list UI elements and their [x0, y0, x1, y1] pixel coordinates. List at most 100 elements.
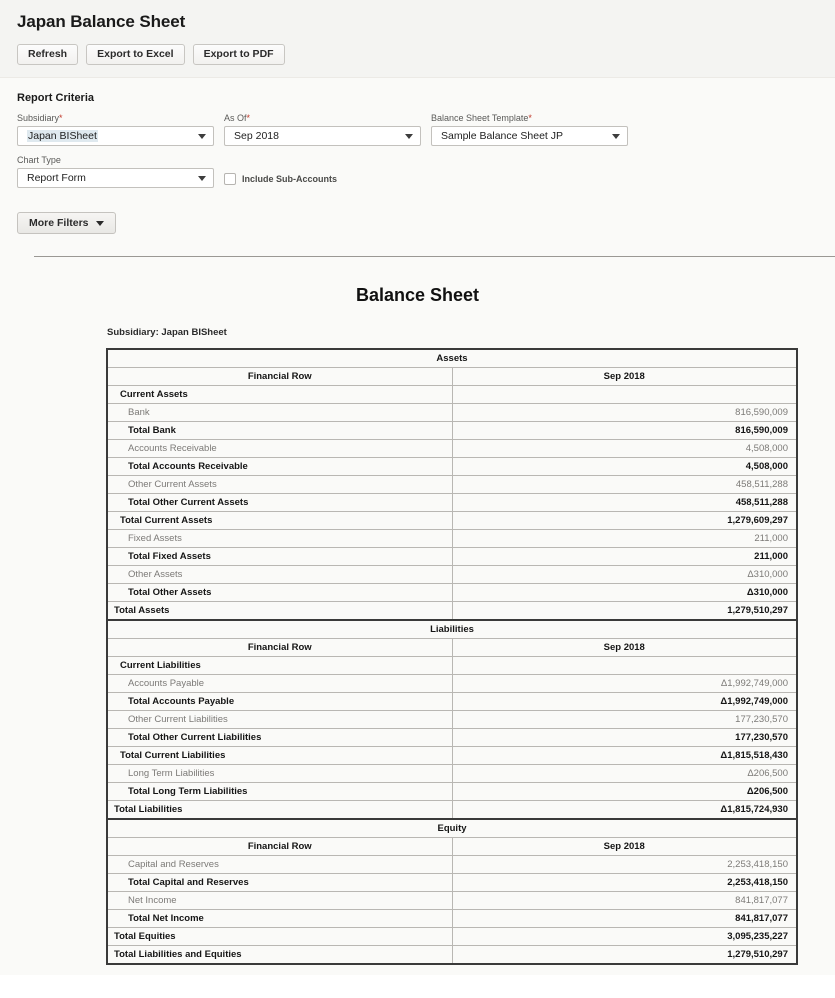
row-label: Long Term Liabilities: [106, 764, 453, 783]
table-row: Other Current Assets 458,511,288: [106, 475, 798, 494]
row-amount: 841,817,077: [451, 891, 798, 910]
table-row: Current Assets: [106, 385, 798, 404]
as-of-required-marker: *: [246, 113, 251, 123]
toolbar: Refresh Export to Excel Export to PDF: [17, 44, 835, 65]
table-row: Total Current Assets 1,279,609,297: [106, 511, 798, 530]
table-row: Total Long Term Liabilities Δ206,500: [106, 782, 798, 801]
table-column-header: Financial Row Sep 2018: [106, 367, 798, 386]
chart-type-select[interactable]: Report Form: [17, 168, 214, 188]
row-label: Other Current Assets: [106, 475, 453, 494]
table-row: Total Capital and Reserves 2,253,418,150: [106, 873, 798, 892]
row-label: Other Current Liabilities: [106, 710, 453, 729]
row-amount: 3,095,235,227: [451, 927, 798, 946]
export-excel-button[interactable]: Export to Excel: [86, 44, 185, 65]
table-section-header-label: Liabilities: [106, 619, 798, 639]
chevron-down-icon: [198, 134, 206, 139]
table-row: Total Bank 816,590,009: [106, 421, 798, 440]
report-criteria-title: Report Criteria: [17, 92, 95, 104]
row-amount: 458,511,288: [451, 475, 798, 494]
chevron-down-icon: [612, 134, 620, 139]
row-amount: Δ1,815,518,430: [451, 746, 798, 765]
balance-sheet-table-body: Assets Financial Row Sep 2018 Current Asset…: [106, 349, 798, 965]
subsidiary-value: Japan BISheet: [27, 130, 98, 142]
row-amount: [451, 656, 798, 675]
row-label: Bank: [106, 403, 453, 422]
subsidiary-field: Subsidiary* Japan BISheet: [17, 113, 214, 146]
row-amount: 177,230,570: [451, 710, 798, 729]
table-row: Total Other Current Liabilities 177,230,5…: [106, 728, 798, 747]
more-filters-row: More Filters: [17, 212, 835, 234]
subsidiary-label: Subsidiary*: [17, 113, 214, 123]
column-header-period: Sep 2018: [451, 367, 798, 386]
chevron-down-icon: [405, 134, 413, 139]
as-of-select[interactable]: Sep 2018: [224, 126, 421, 146]
column-header-financial-row: Financial Row: [106, 367, 453, 386]
row-amount: Δ206,500: [451, 764, 798, 783]
row-label: Total Liabilities: [106, 800, 453, 820]
table-row: Accounts Receivable 4,508,000: [106, 439, 798, 458]
balance-sheet-template-select[interactable]: Sample Balance Sheet JP: [431, 126, 628, 146]
row-label: Total Bank: [106, 421, 453, 440]
more-filters-label: More Filters: [29, 217, 89, 229]
row-label: Total Accounts Receivable: [106, 457, 453, 476]
refresh-button[interactable]: Refresh: [17, 44, 79, 65]
table-row: Total Accounts Receivable 4,508,000: [106, 457, 798, 476]
table-row: Current Liabilities: [106, 656, 798, 675]
table-column-header: Financial Row Sep 2018: [106, 837, 798, 856]
row-label: Total Long Term Liabilities: [106, 782, 453, 801]
as-of-value: Sep 2018: [234, 130, 279, 142]
report-title: Balance Sheet: [355, 285, 480, 305]
balance-sheet-template-field: Balance Sheet Template* Sample Balance S…: [431, 113, 628, 146]
table-row: Total Net Income 841,817,077: [106, 909, 798, 928]
row-amount: 816,590,009: [451, 421, 798, 440]
row-amount: [451, 385, 798, 404]
table-row: Total Assets 1,279,510,297: [106, 601, 798, 621]
table-row: Capital and Reserves 2,253,418,150: [106, 855, 798, 874]
row-amount: 177,230,570: [451, 728, 798, 747]
table-row: Fixed Assets 211,000: [106, 529, 798, 548]
row-amount: Δ310,000: [451, 565, 798, 584]
row-label: Capital and Reserves: [106, 855, 453, 874]
table-row: Bank 816,590,009: [106, 403, 798, 422]
row-amount: Δ1,992,749,000: [451, 674, 798, 693]
subsidiary-required-marker: *: [59, 113, 63, 123]
more-filters-button[interactable]: More Filters: [17, 212, 116, 234]
column-header-financial-row: Financial Row: [106, 638, 453, 657]
row-label: Accounts Payable: [106, 674, 453, 693]
row-label: Total Current Assets: [106, 511, 453, 530]
table-row: Net Income 841,817,077: [106, 891, 798, 910]
report-subsidiary-line: Subsidiary: Japan BISheet: [107, 327, 227, 338]
table-row: Total Fixed Assets 211,000: [106, 547, 798, 566]
subsidiary-label-text: Subsidiary: [17, 113, 60, 123]
table-row: Total Liabilities Δ1,815,724,930: [106, 800, 798, 820]
column-header-period: Sep 2018: [451, 638, 798, 657]
row-label: Fixed Assets: [106, 529, 453, 548]
column-header-period: Sep 2018: [451, 837, 798, 856]
subsidiary-select[interactable]: Japan BISheet: [17, 126, 214, 146]
row-label: Current Liabilities: [106, 656, 453, 675]
table-row: Long Term Liabilities Δ206,500: [106, 764, 798, 783]
row-amount: 1,279,510,297: [451, 601, 798, 621]
include-sub-accounts-label: Include Sub-Accounts: [242, 174, 338, 184]
table-section-header: Liabilities: [106, 619, 798, 639]
include-sub-accounts-checkbox[interactable]: [224, 173, 236, 185]
export-pdf-button[interactable]: Export to PDF: [192, 44, 285, 65]
row-amount: 841,817,077: [451, 909, 798, 928]
criteria-field-row-1: Subsidiary* Japan BISheet As Of* Sep 201…: [17, 113, 835, 146]
table-row: Other Current Liabilities 177,230,570: [106, 710, 798, 729]
table-section-header: Equity: [106, 818, 798, 838]
table-row: Total Equities 3,095,235,227: [106, 927, 798, 946]
table-row: Total Other Current Assets 458,511,288: [106, 493, 798, 512]
row-label: Other Assets: [106, 565, 453, 584]
row-label: Total Other Current Liabilities: [106, 728, 453, 747]
table-section-header-label: Assets: [106, 349, 798, 368]
row-amount: 1,279,609,297: [451, 511, 798, 530]
row-label: Total Current Liabilities: [106, 746, 453, 765]
row-label: Total Fixed Assets: [106, 547, 453, 566]
report-criteria-panel: Report Criteria Subsidiary* Japan BIShee…: [0, 78, 835, 257]
row-amount: Δ310,000: [451, 583, 798, 602]
as-of-label: As Of*: [224, 113, 421, 123]
row-label: Total Other Assets: [106, 583, 453, 602]
row-amount: 1,279,510,297: [451, 945, 798, 965]
report-body: Balance Sheet Subsidiary: Japan BISheet …: [0, 257, 835, 975]
